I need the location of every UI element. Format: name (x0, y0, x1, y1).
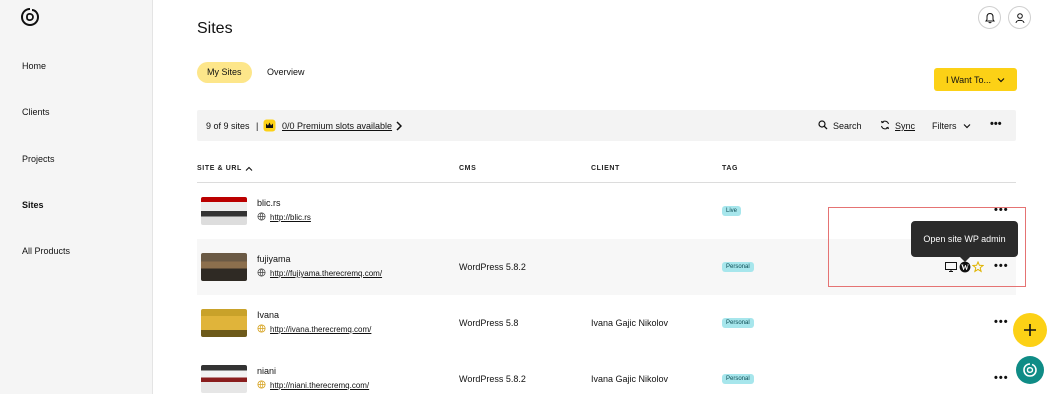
more-icon[interactable]: ••• (994, 316, 1009, 328)
sidebar-item-all-products[interactable]: All Products (22, 246, 70, 256)
site-thumbnail (201, 309, 247, 337)
i-want-to-button[interactable]: I Want To... (934, 68, 1017, 91)
sidebar-item-home[interactable]: Home (22, 61, 46, 71)
cms-value: WordPress 5.8.2 (459, 374, 526, 384)
toolbar-separator: | (256, 121, 259, 131)
globe-icon (257, 380, 266, 389)
search-icon (818, 120, 828, 130)
sort-up-icon[interactable] (245, 166, 253, 172)
tooltip: Open site WP admin (911, 221, 1018, 257)
chevron-right-icon[interactable] (396, 121, 402, 131)
godaddy-logo-icon[interactable] (20, 7, 40, 27)
client-value: Ivana Gajic Nikolov (591, 318, 669, 328)
site-url-link[interactable]: http://ivana.therecremq.com/ (270, 325, 371, 334)
site-name[interactable]: blic.rs (257, 198, 281, 208)
cms-value: WordPress 5.8 (459, 318, 519, 328)
bell-icon (984, 12, 995, 23)
more-icon[interactable]: ••• (990, 118, 1002, 130)
page-title: Sites (197, 20, 233, 37)
tooltip-arrow (960, 257, 970, 262)
chat-icon (1023, 363, 1037, 377)
premium-slots-link[interactable]: 0/0 Premium slots available (282, 121, 392, 131)
tab-overview[interactable]: Overview (257, 62, 315, 83)
sidebar-item-projects[interactable]: Projects (22, 154, 55, 164)
site-url-link[interactable]: http://blic.rs (270, 213, 311, 222)
add-site-button[interactable] (1013, 313, 1047, 347)
site-name[interactable]: Ivana (257, 310, 279, 320)
plus-icon (1024, 324, 1036, 336)
chat-button[interactable] (1016, 356, 1044, 384)
site-url-link[interactable]: http://niani.therecremq.com/ (270, 381, 369, 390)
search-button[interactable]: Search (833, 121, 862, 131)
client-value: Ivana Gajic Nikolov (591, 374, 669, 384)
sidebar: Home Clients Projects Sites All Products (0, 0, 153, 394)
column-header-cms: CMS (459, 165, 477, 172)
status-badge: Personal (722, 262, 754, 272)
status-badge: Personal (722, 318, 754, 328)
main-content: Sites My Sites Overview I Want To... 9 o… (153, 0, 1050, 394)
site-thumbnail (201, 197, 247, 225)
cms-value: WordPress 5.8.2 (459, 262, 526, 272)
tab-my-sites[interactable]: My Sites (197, 62, 252, 83)
site-thumbnail (201, 253, 247, 281)
i-want-to-label: I Want To... (945, 74, 992, 85)
site-url-link[interactable]: http://fujiyama.therecremq.com/ (270, 269, 382, 278)
more-icon[interactable]: ••• (994, 372, 1009, 384)
user-icon (1015, 12, 1024, 23)
sync-button[interactable]: Sync (895, 121, 915, 131)
filters-button[interactable]: Filters (932, 121, 957, 131)
column-header-tag: TAG (722, 165, 739, 172)
globe-icon (257, 268, 266, 277)
site-name[interactable]: niani (257, 366, 276, 376)
site-thumbnail (201, 365, 247, 393)
sidebar-item-clients[interactable]: Clients (22, 107, 50, 117)
sites-toolbar: 9 of 9 sites | 0/0 Premium slots availab… (197, 110, 1016, 141)
account-button[interactable] (1008, 6, 1031, 29)
column-header-site-url[interactable]: SITE & URL (197, 165, 242, 172)
tooltip-text: Open site WP admin (923, 234, 1006, 244)
sidebar-item-sites[interactable]: Sites (22, 200, 44, 210)
chevron-down-icon[interactable] (963, 123, 971, 129)
site-name[interactable]: fujiyama (257, 254, 291, 264)
chevron-down-icon (997, 77, 1005, 82)
table-row[interactable]: Ivana http://ivana.therecremq.com/ WordP… (197, 295, 1016, 351)
globe-icon (257, 324, 266, 333)
column-header-client: CLIENT (591, 165, 620, 172)
notifications-button[interactable] (978, 6, 1001, 29)
sync-icon (881, 120, 889, 130)
globe-icon (257, 212, 266, 221)
status-badge: Live (722, 206, 742, 216)
table-row[interactable]: niani http://niani.therecremq.com/ WordP… (197, 351, 1016, 394)
premium-crown-icon (263, 119, 276, 132)
status-badge: Personal (722, 374, 754, 384)
site-count: 9 of 9 sites (206, 121, 250, 131)
